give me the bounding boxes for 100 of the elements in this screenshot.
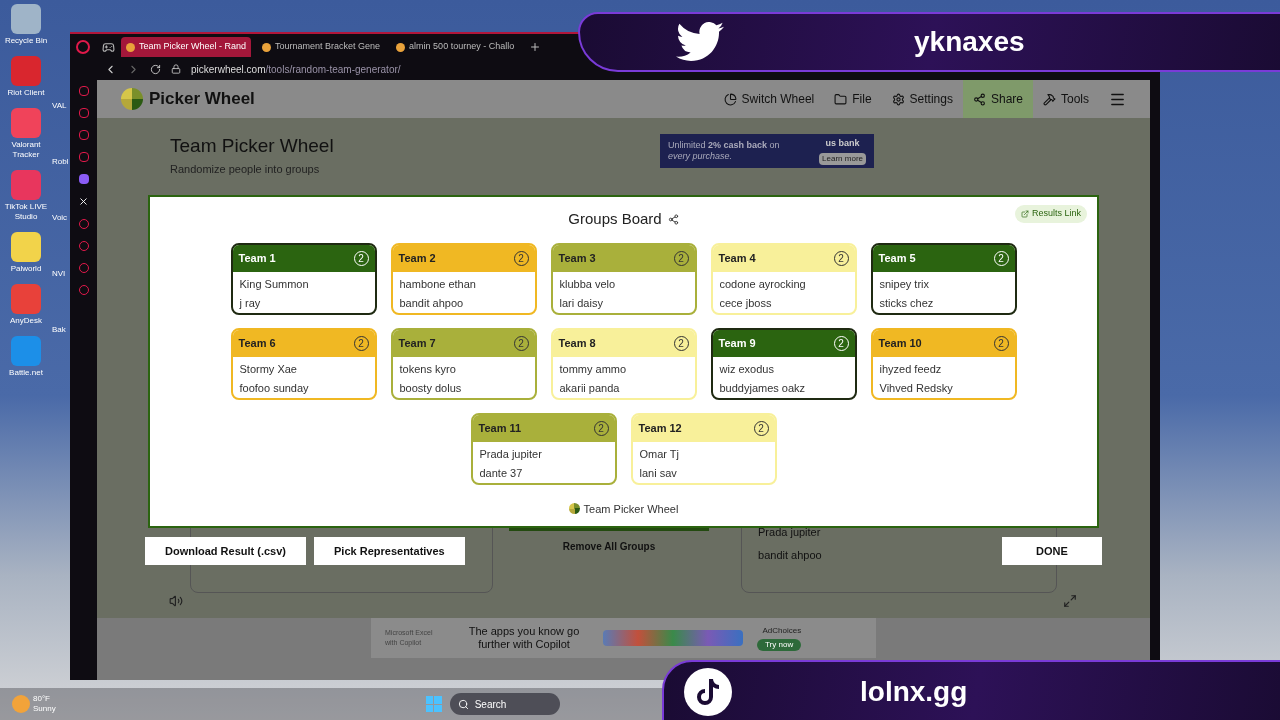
address-bar[interactable]: pickerwheel.com/tools/random-team-generator/ xyxy=(191,61,401,77)
remove-groups-button[interactable]: Remove All Groups xyxy=(562,539,656,554)
team-name: Team 1 xyxy=(238,251,276,267)
ad-text: every purchase. xyxy=(668,151,734,162)
nav-item[interactable]: File xyxy=(824,80,882,118)
icon-label[interactable]: Riot Client xyxy=(7,88,45,98)
nav-item[interactable]: Share xyxy=(962,80,1033,118)
icon-label[interactable]: Robl xyxy=(52,156,70,168)
member-name: klubba velo xyxy=(559,277,617,292)
browser-tab[interactable]: almin 500 tourney - Challo xyxy=(391,37,520,57)
sidebar-icon[interactable] xyxy=(78,108,89,118)
page-title: Team Picker Wheel xyxy=(170,134,335,158)
icon-label[interactable]: VAL xyxy=(52,100,70,112)
team-name: Team 3 xyxy=(558,251,596,267)
app-icon[interactable] xyxy=(11,4,41,34)
app-icon[interactable] xyxy=(11,232,41,262)
team-name: Team 9 xyxy=(718,336,756,352)
action-button[interactable]: Pick Representatives xyxy=(314,537,465,565)
member-name: sticks chez xyxy=(879,296,935,311)
overlay-username: lolnx.gg xyxy=(860,675,968,709)
tab-favicon-icon xyxy=(396,42,406,52)
name-entry: Prada jupiter xyxy=(758,525,822,540)
sidebar-icon[interactable] xyxy=(78,174,89,184)
expand-icon[interactable] xyxy=(1063,594,1077,608)
ad-headline: The apps you know go further with Copilot xyxy=(467,625,581,651)
team-name: Team 10 xyxy=(878,336,922,352)
team-name: Team 7 xyxy=(398,336,436,352)
results-link-button[interactable]: Results Link xyxy=(1014,205,1087,223)
nav-icon xyxy=(972,92,986,106)
reload-icon[interactable] xyxy=(150,63,161,75)
member-name: codone ayrocking xyxy=(719,277,807,292)
tab-favicon-icon xyxy=(126,42,135,52)
nav-icon xyxy=(723,92,737,106)
nav-item[interactable]: Settings xyxy=(881,80,963,118)
member-name: tokens kyro xyxy=(399,362,457,377)
gamepad-icon[interactable] xyxy=(102,40,115,54)
search-icon xyxy=(457,698,469,710)
ad-banner[interactable]: Unlimited 2% cash back on every purchase. us bank Learn more xyxy=(660,134,874,168)
member-name: Stormy Xae xyxy=(239,362,298,377)
ad-cta-button[interactable]: Try now xyxy=(757,639,802,651)
done-button[interactable]: DONE xyxy=(1002,537,1102,565)
team-name: Team 11 xyxy=(478,421,522,437)
speaker-icon[interactable] xyxy=(169,594,183,608)
member-name: hambone ethan xyxy=(399,277,477,292)
team-name: Team 8 xyxy=(558,336,596,352)
team-name: Team 5 xyxy=(878,251,916,267)
member-name: buddyjames oakz xyxy=(719,381,807,396)
picker-wheel-logo-icon[interactable] xyxy=(121,88,143,110)
member-name: akarii panda xyxy=(559,381,621,396)
ad-text: Unlimited 2% cash back on xyxy=(668,140,781,151)
member-name: ihyzed feedz xyxy=(879,362,943,377)
team-name: Team 4 xyxy=(718,251,756,267)
icon-label[interactable]: Palworld xyxy=(10,264,42,274)
browser-tab[interactable]: Tournament Bracket Gene xyxy=(257,37,386,57)
member-name: Vihved Redsky xyxy=(879,381,954,396)
sidebar-icon[interactable] xyxy=(78,152,89,162)
nav-icon xyxy=(1043,92,1056,106)
bird-icon xyxy=(676,22,724,62)
browser-tab[interactable]: Team Picker Wheel - Rand xyxy=(121,37,252,57)
overlay-username: yknaxes xyxy=(914,25,1025,59)
icon-label[interactable]: Bak xyxy=(52,324,70,336)
taskbar-search-field[interactable]: Search xyxy=(449,693,560,715)
member-name: bandit ahpoo xyxy=(399,296,465,311)
icon-label[interactable]: Valorant Tracker xyxy=(0,140,52,160)
sidebar-icon[interactable] xyxy=(78,130,89,140)
sidebar-icon[interactable] xyxy=(78,86,89,96)
action-button[interactable]: Download Result (.csv) xyxy=(145,537,307,565)
icon-label[interactable]: AnyDesk xyxy=(10,316,42,326)
ad-brand: us bank xyxy=(825,137,860,151)
nav-item[interactable]: Switch Wheel xyxy=(713,80,825,118)
site-logo[interactable]: Picker Wheel xyxy=(149,86,255,112)
nav-icon xyxy=(891,92,905,106)
browser-logo-icon[interactable] xyxy=(76,40,90,54)
icon-label[interactable]: NVI xyxy=(52,268,70,280)
member-name: snipey trix xyxy=(879,277,931,292)
ad-cta-button[interactable]: Learn more xyxy=(819,152,866,165)
team-name: Team 2 xyxy=(398,251,436,267)
icon-label[interactable]: Recycle Bin xyxy=(4,36,48,46)
ad-choices: AdChoices xyxy=(762,625,802,637)
member-name: dante 37 xyxy=(479,466,524,481)
external-link-icon xyxy=(1020,209,1029,218)
member-name: lani sav xyxy=(639,466,678,481)
windows-start-icon[interactable] xyxy=(425,696,442,712)
nav-icon xyxy=(834,92,848,106)
weather-temp: 80°F xyxy=(33,694,51,704)
icon-label[interactable]: Battle.net xyxy=(9,368,43,378)
member-name: King Summon xyxy=(239,277,310,292)
member-name: Omar Tj xyxy=(639,447,681,462)
new-tab-icon[interactable] xyxy=(529,41,542,53)
team-name: Team 12 xyxy=(638,421,682,437)
page-subtitle: Randomize people into groups xyxy=(170,161,321,177)
share-icon[interactable] xyxy=(667,213,679,225)
icon-label[interactable]: Voic xyxy=(52,212,70,224)
member-name: lari daisy xyxy=(559,296,604,311)
team-name: Team 6 xyxy=(238,336,276,352)
close-icon[interactable] xyxy=(78,196,89,207)
icon-label[interactable]: TikTok LIVE Studio xyxy=(0,202,52,222)
nav-item[interactable]: Tools xyxy=(1033,80,1099,118)
tab-favicon-icon xyxy=(262,42,272,52)
lock-icon xyxy=(171,64,181,74)
